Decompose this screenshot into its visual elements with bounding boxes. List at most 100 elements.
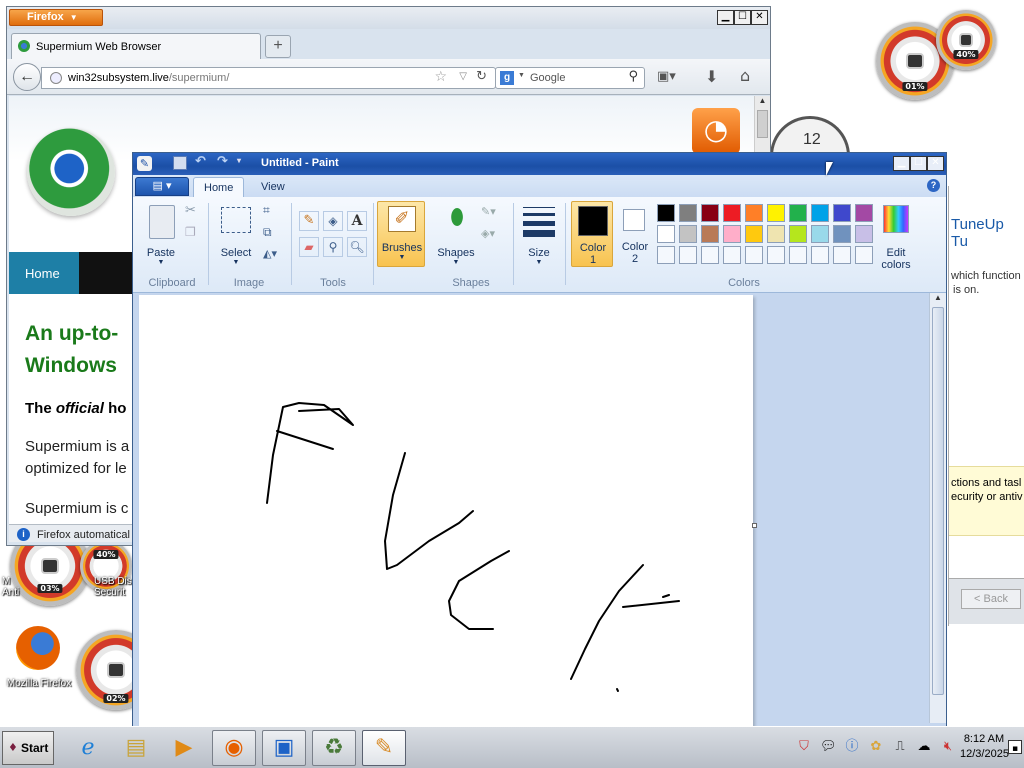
- paste-chevron-icon[interactable]: ▼: [141, 259, 181, 266]
- palette-empty-swatch[interactable]: [701, 246, 719, 264]
- desktop-label-firefox[interactable]: Mozilla Firefox: [2, 678, 76, 689]
- help-icon[interactable]: ?: [927, 179, 940, 192]
- pencil-icon[interactable]: ✎: [299, 211, 319, 231]
- new-tab-button[interactable]: +: [265, 35, 291, 58]
- maximize-button[interactable]: ☐: [910, 156, 927, 171]
- back-button[interactable]: ←: [13, 63, 41, 91]
- outline-icon[interactable]: ✎▾: [481, 205, 496, 218]
- palette-empty-swatch[interactable]: [767, 246, 785, 264]
- drawing-canvas[interactable]: [139, 295, 757, 729]
- tab-supermium[interactable]: Supermium Web Browser: [11, 33, 261, 59]
- size-icon[interactable]: [523, 207, 555, 237]
- firefox-menu-button[interactable]: Firefox ▼: [9, 9, 103, 26]
- show-desktop-icon[interactable]: ▪: [1008, 740, 1022, 754]
- palette-swatch[interactable]: [855, 225, 873, 243]
- scroll-thumb[interactable]: [932, 307, 944, 695]
- download-icon[interactable]: ⬇: [705, 67, 718, 86]
- shapes-icon[interactable]: ⬮: [443, 205, 471, 235]
- tab-home[interactable]: Home: [193, 177, 245, 197]
- palette-swatch[interactable]: [701, 204, 719, 222]
- palette-swatch[interactable]: [811, 204, 829, 222]
- history-dropdown-icon[interactable]: ▽: [459, 71, 467, 82]
- palette-empty-swatch[interactable]: [723, 246, 741, 264]
- brushes-button[interactable]: ✐ Brushes ▼: [377, 201, 425, 267]
- crop-icon[interactable]: ⌗: [263, 203, 270, 218]
- search-box[interactable]: g ▼ Google ⚲: [495, 67, 645, 89]
- search-engine-chevron-icon[interactable]: ▼: [518, 72, 525, 79]
- bookmark-star-icon[interactable]: ☆: [434, 69, 447, 85]
- palette-empty-swatch[interactable]: [679, 246, 697, 264]
- tuneup-tray-icon[interactable]: ✿: [868, 739, 884, 755]
- shield-icon[interactable]: ⛉: [796, 739, 812, 755]
- shape-fill-icon[interactable]: ◈▾: [481, 227, 495, 240]
- rss-icon[interactable]: ◔: [692, 108, 740, 154]
- info-icon[interactable]: ⓘ: [844, 739, 860, 755]
- tab-view[interactable]: View: [251, 177, 295, 197]
- scroll-thumb[interactable]: [757, 110, 768, 138]
- palette-swatch[interactable]: [855, 204, 873, 222]
- paste-label[interactable]: Paste: [141, 247, 181, 259]
- edit-colors-label[interactable]: Edit: [873, 247, 919, 259]
- redo-icon[interactable]: ↷: [217, 154, 228, 169]
- palette-swatch[interactable]: [745, 225, 763, 243]
- scroll-up-arrow[interactable]: ▲: [755, 96, 770, 110]
- desktop-label-usb[interactable]: USB Dis Securit: [94, 576, 134, 598]
- firefox-taskbar-button[interactable]: ◉: [212, 730, 256, 766]
- color-picker-icon[interactable]: ⚲: [323, 237, 343, 257]
- select-label[interactable]: Select: [215, 247, 257, 259]
- palette-empty-swatch[interactable]: [811, 246, 829, 264]
- palette-swatch[interactable]: [767, 204, 785, 222]
- palette-empty-swatch[interactable]: [789, 246, 807, 264]
- cut-icon[interactable]: ✂: [185, 203, 196, 218]
- undo-icon[interactable]: ↶: [195, 154, 206, 169]
- network-icon[interactable]: ☁: [916, 739, 932, 755]
- resize-icon[interactable]: ⧉: [263, 225, 272, 240]
- recycle-taskbar-button[interactable]: ♻: [312, 730, 356, 766]
- paint-file-menu-button[interactable]: ▤ ▾: [135, 177, 189, 196]
- text-icon[interactable]: A: [347, 211, 367, 231]
- palette-swatch[interactable]: [789, 225, 807, 243]
- firefox-desktop-icon[interactable]: [16, 626, 60, 670]
- paste-icon[interactable]: [149, 205, 175, 239]
- rotate-icon[interactable]: ◭▾: [263, 247, 277, 260]
- palette-swatch[interactable]: [811, 225, 829, 243]
- paint-taskbar-button[interactable]: ✎: [362, 730, 406, 766]
- palette-swatch[interactable]: [789, 204, 807, 222]
- magnifier-icon[interactable]: 🔍︎: [347, 237, 367, 257]
- copy-icon[interactable]: ❐: [185, 225, 196, 239]
- palette-swatch[interactable]: [745, 204, 763, 222]
- canvas-resize-handle[interactable]: [752, 523, 757, 528]
- shapes-label[interactable]: Shapes: [433, 247, 479, 259]
- quick-save-icon[interactable]: [173, 156, 187, 170]
- close-button[interactable]: ✕: [751, 10, 768, 25]
- palette-swatch[interactable]: [679, 225, 697, 243]
- palette-empty-swatch[interactable]: [833, 246, 851, 264]
- palette-empty-swatch[interactable]: [855, 246, 873, 264]
- palette-swatch[interactable]: [833, 204, 851, 222]
- fill-icon[interactable]: ◈: [323, 211, 343, 231]
- palette-swatch[interactable]: [723, 204, 741, 222]
- desktop-label-anti[interactable]: M Anti: [2, 576, 32, 598]
- clock-date[interactable]: 12/3/2025: [960, 748, 1009, 760]
- shapes-chevron-icon[interactable]: ▼: [433, 259, 479, 266]
- palette-swatch[interactable]: [679, 204, 697, 222]
- search-icon[interactable]: ⚲: [628, 69, 638, 84]
- palette-swatch[interactable]: [701, 225, 719, 243]
- start-button[interactable]: ♦ Start: [2, 731, 54, 765]
- tuneup-taskbar-button[interactable]: ▣: [262, 730, 306, 766]
- chat-icon[interactable]: 💬︎: [820, 739, 837, 755]
- media-player-taskbar-icon[interactable]: ▶: [162, 730, 206, 766]
- palette-swatch[interactable]: [657, 204, 675, 222]
- color1-button[interactable]: Color 1: [571, 201, 613, 267]
- size-chevron-icon[interactable]: ▼: [519, 259, 559, 266]
- close-button[interactable]: ✕: [927, 156, 944, 171]
- scroll-up-arrow[interactable]: ▲: [930, 293, 946, 307]
- select-chevron-icon[interactable]: ▼: [215, 259, 257, 266]
- volume-muted-icon[interactable]: 🔇︎: [940, 739, 956, 755]
- palette-empty-swatch[interactable]: [745, 246, 763, 264]
- file-explorer-taskbar-icon[interactable]: ▤: [114, 730, 158, 766]
- internet-explorer-taskbar-icon[interactable]: ℯ: [66, 730, 110, 766]
- maximize-button[interactable]: ☐: [734, 10, 751, 25]
- clock-time[interactable]: 8:12 AM: [962, 733, 1006, 745]
- select-icon[interactable]: [221, 207, 251, 233]
